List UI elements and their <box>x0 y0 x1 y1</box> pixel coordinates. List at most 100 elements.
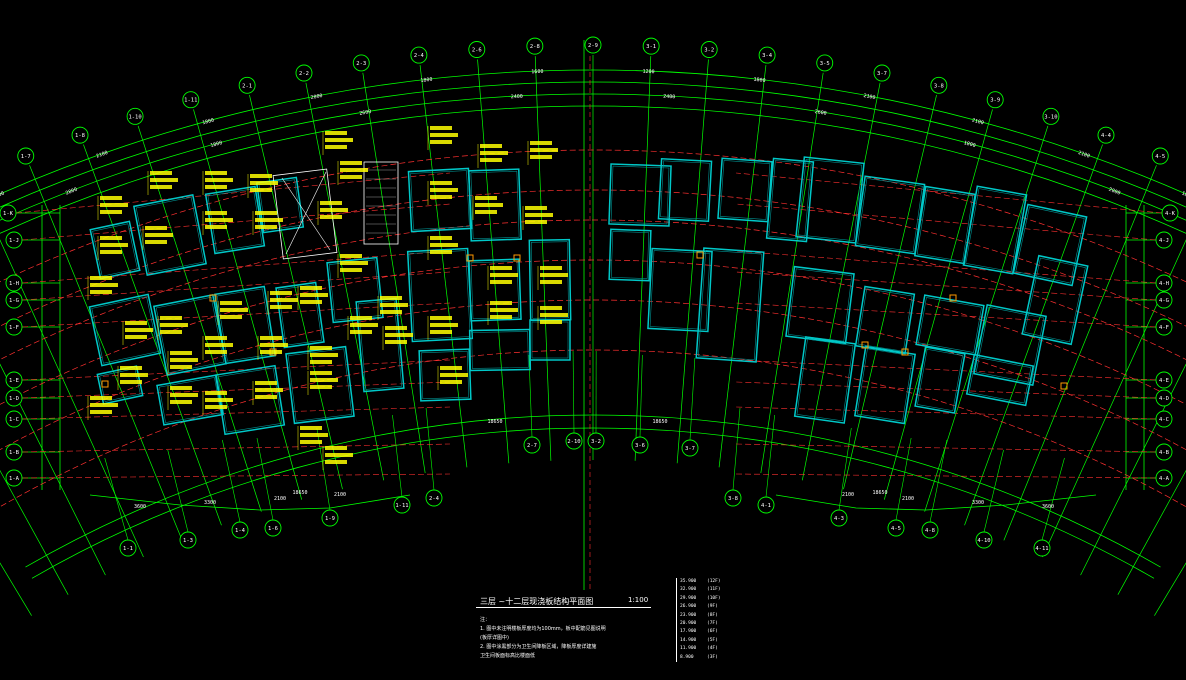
rebar-text-mark <box>430 126 452 130</box>
dimension-value: 3600 <box>1042 504 1054 510</box>
rebar-text-mark <box>205 218 233 222</box>
rebar-note <box>322 131 353 155</box>
rebar-note <box>337 161 368 185</box>
axis-grid <box>0 40 1186 616</box>
room-wall <box>914 346 966 414</box>
rebar-note <box>472 196 503 220</box>
axis-label: 4-F <box>1159 325 1169 331</box>
room-wall <box>785 265 855 345</box>
radial-axis <box>477 59 510 464</box>
dimension-value: 2600 <box>359 109 372 117</box>
grid-beam <box>735 302 1157 328</box>
axis-label: 1-8 <box>75 133 85 139</box>
axis-bubble: 3-9 <box>986 91 1004 109</box>
dimension-value: 2100 <box>274 496 286 502</box>
rebar-text-mark <box>150 178 178 182</box>
rebar-text-mark <box>325 446 347 450</box>
rebar-text-mark <box>475 203 503 207</box>
drawing-scale: 1:100 <box>628 596 649 604</box>
room-wall <box>793 336 857 424</box>
rebar-text-mark <box>300 300 322 304</box>
rebar-text-mark <box>440 373 468 377</box>
elevation-row: 32.900 (11F) <box>677 586 727 594</box>
notes-header: 注： <box>480 617 491 623</box>
rebar-text-mark <box>255 225 277 229</box>
elevation-value: 14.900 <box>680 637 697 643</box>
rebar-text-mark <box>490 280 512 284</box>
elevation-value: 23.900 <box>680 612 697 618</box>
rebar-text-mark <box>205 178 233 182</box>
axis-bubble: 4-H <box>1155 274 1173 292</box>
room-wall <box>1021 254 1089 346</box>
dimension-value: 2100 <box>971 117 984 126</box>
axis-label: 3-8 <box>728 496 738 502</box>
rebar-text-mark <box>530 141 552 145</box>
rebar-text-mark <box>540 280 562 284</box>
rebar-note <box>157 316 188 340</box>
radial-axis <box>760 72 824 474</box>
dimension-value: 1800 <box>753 77 766 84</box>
axis-bubble: 2-10 <box>565 432 583 450</box>
radial-axis <box>362 72 426 474</box>
stair <box>363 161 399 245</box>
elevation-row: 29.900 (10F) <box>677 595 727 603</box>
rebar-note <box>487 301 518 325</box>
rebar-text-mark <box>205 405 227 409</box>
rebar-text-mark <box>160 316 182 320</box>
rebar-text-mark <box>480 158 502 162</box>
axis-bubble: 2-7 <box>523 436 541 454</box>
elevation-value: 20.900 <box>680 620 697 626</box>
axis-label: 4-10 <box>977 538 990 544</box>
rebar-text-mark <box>170 386 192 390</box>
axis-bubble: 2-4 <box>410 46 428 64</box>
axis-label: 1-3 <box>183 538 193 544</box>
dimension-value: 3600 <box>134 504 146 510</box>
axis-bubble: 4-J <box>1155 231 1173 249</box>
rebar-text-mark <box>260 343 288 347</box>
bottom-axis <box>732 407 741 491</box>
rebar-text-mark <box>540 273 568 277</box>
radial-axis <box>676 59 709 464</box>
note-line: (板厚详图中) <box>480 635 509 641</box>
rebar-text-mark <box>490 273 518 277</box>
floor-label: (4F) <box>707 646 718 652</box>
axis-label: 3-5 <box>820 61 830 67</box>
dimension-total: 18650 <box>292 490 307 496</box>
rebar-text-mark <box>220 315 242 319</box>
note-line: 卫生间板面标高比楼面低 <box>480 653 536 659</box>
axis-label: 1-11 <box>184 98 197 104</box>
elevation-row: 17.900 (6F) <box>677 628 727 636</box>
elevation-value: 32.900 <box>680 587 697 593</box>
rebar-text-mark <box>490 315 512 319</box>
rebar-text-mark <box>255 218 283 222</box>
dimension-value: 3300 <box>972 500 984 506</box>
axis-label: 3-2 <box>591 439 601 445</box>
rebar-text-mark <box>205 391 227 395</box>
axis-bubble: 1-A <box>5 469 23 487</box>
rebar-text-mark <box>340 168 368 172</box>
axis-bubble: 3-5 <box>816 54 834 72</box>
axis-label: 3-10 <box>1044 114 1057 120</box>
dimension-value: 2600 <box>814 109 827 117</box>
rebar-text-mark <box>320 215 342 219</box>
rebar-text-mark <box>430 250 452 254</box>
axis-bubble: 2-6 <box>468 41 486 58</box>
rebar-text-mark <box>525 213 553 217</box>
room-wall-inner <box>787 268 853 342</box>
axis-label: 2-7 <box>527 443 537 449</box>
rebar-text-mark <box>340 254 362 258</box>
axis-bubble: 1-G <box>5 291 23 309</box>
grid-beam <box>735 359 1157 381</box>
axis-label: 1-E <box>9 378 19 384</box>
axis-bubble: 1-E <box>5 371 23 389</box>
rebar-text-mark <box>260 350 282 354</box>
axis-label: 1-K <box>3 211 14 217</box>
axis-bubble: 2-8 <box>526 37 544 55</box>
floor-plan-canvas: 1-11-21-31-51-71-81-101-112-12-22-32-42-… <box>0 36 1186 616</box>
drawing-title: 三层 ~十二层现浇板结构平面图 <box>480 597 594 606</box>
radial-axis <box>419 64 468 468</box>
room-wall <box>765 157 815 243</box>
axis-bubble: 1-H <box>5 274 23 292</box>
axis-label: 1-G <box>9 298 19 304</box>
rebar-text-mark <box>310 385 332 389</box>
